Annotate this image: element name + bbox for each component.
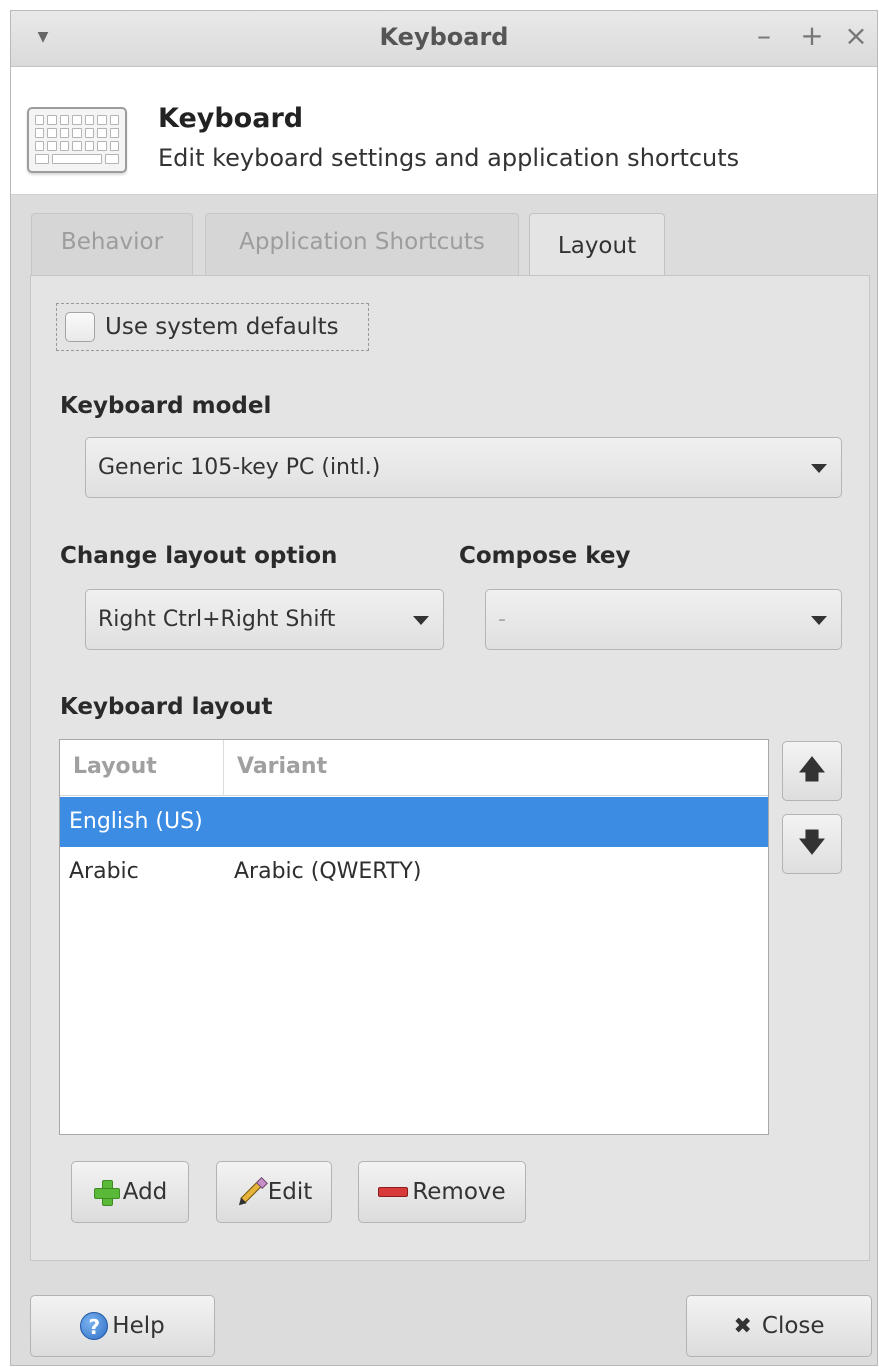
close-button[interactable]: ✖ Close	[686, 1295, 872, 1357]
checkbox-box[interactable]	[65, 312, 95, 342]
minus-icon	[378, 1187, 409, 1197]
close-icon: ✖	[733, 1313, 752, 1339]
close-window-button[interactable]: ×	[841, 21, 871, 51]
keyboard-layout-list[interactable]: Layout Variant English (US) Arabic Arabi…	[59, 739, 769, 1135]
column-header-variant[interactable]: Variant	[237, 740, 327, 796]
chevron-down-icon	[413, 616, 429, 625]
tab-behavior[interactable]: Behavior	[31, 213, 193, 275]
help-button-label: Help	[112, 1313, 165, 1339]
column-divider[interactable]	[223, 740, 224, 796]
dialog-header: Keyboard Edit keyboard settings and appl…	[11, 67, 877, 195]
use-system-defaults-checkbox[interactable]: Use system defaults	[56, 303, 369, 351]
keyboard-model-label: Keyboard model	[60, 393, 272, 419]
pencil-icon	[236, 1178, 264, 1206]
table-row[interactable]: English (US)	[60, 797, 768, 847]
arrow-up-icon: 🡅	[798, 755, 826, 785]
layout-cell: English (US)	[69, 809, 203, 834]
change-layout-option-label: Change layout option	[60, 543, 338, 569]
arrow-down-icon: 🡇	[798, 828, 826, 858]
keyboard-icon	[27, 107, 127, 173]
list-header: Layout Variant	[60, 740, 768, 796]
edit-layout-button[interactable]: Edit	[216, 1161, 332, 1223]
minimize-button[interactable]: –	[749, 21, 779, 51]
layout-cell: Arabic	[69, 859, 139, 884]
remove-button-label: Remove	[412, 1179, 506, 1205]
maximize-button[interactable]: +	[797, 21, 827, 51]
keyboard-model-select[interactable]: Generic 105-key PC (intl.)	[85, 437, 842, 498]
keyboard-model-value: Generic 105-key PC (intl.)	[98, 455, 381, 480]
title-bar: ▼ Keyboard – + ×	[11, 11, 877, 67]
help-button[interactable]: ? Help	[30, 1295, 215, 1357]
move-up-button[interactable]: 🡅	[782, 741, 842, 801]
change-layout-option-value: Right Ctrl+Right Shift	[98, 607, 336, 632]
tab-layout[interactable]: Layout	[529, 213, 665, 278]
help-icon: ?	[80, 1312, 109, 1340]
chevron-down-icon	[811, 616, 827, 625]
use-system-defaults-label: Use system defaults	[105, 314, 339, 340]
chevron-down-icon	[811, 464, 827, 473]
move-down-button[interactable]: 🡇	[782, 814, 842, 874]
window-title: Keyboard	[379, 23, 509, 51]
add-layout-button[interactable]: Add	[71, 1161, 189, 1223]
header-title: Keyboard	[158, 103, 304, 134]
compose-key-label: Compose key	[459, 543, 631, 569]
header-subtitle: Edit keyboard settings and application s…	[158, 144, 740, 172]
keyboard-settings-window: ▼ Keyboard – + × Keyboard Edit keyboard …	[10, 10, 878, 1366]
change-layout-option-select[interactable]: Right Ctrl+Right Shift	[85, 589, 444, 650]
keyboard-layout-label: Keyboard layout	[60, 694, 273, 720]
compose-key-select[interactable]: -	[485, 589, 842, 650]
variant-cell: Arabic (QWERTY)	[234, 859, 422, 884]
plus-icon	[93, 1179, 120, 1206]
close-button-label: Close	[761, 1313, 825, 1339]
remove-layout-button[interactable]: Remove	[358, 1161, 526, 1223]
table-row[interactable]: Arabic Arabic (QWERTY)	[60, 847, 768, 897]
column-header-layout[interactable]: Layout	[73, 740, 157, 796]
add-button-label: Add	[122, 1179, 168, 1205]
compose-key-value: -	[498, 607, 506, 632]
edit-button-label: Edit	[267, 1179, 313, 1205]
tab-application-shortcuts[interactable]: Application Shortcuts	[205, 213, 519, 275]
